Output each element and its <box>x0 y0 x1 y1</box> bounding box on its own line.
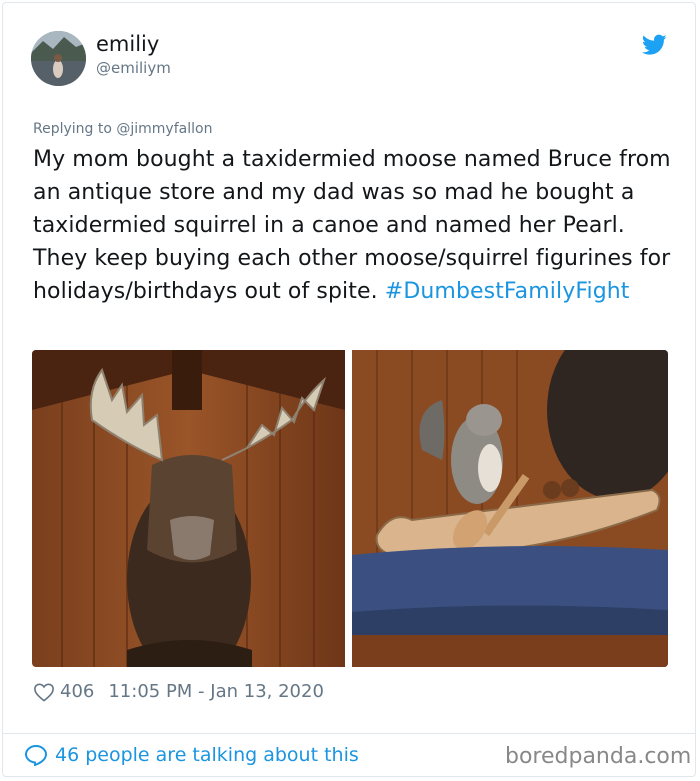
watermark: boredpanda.com <box>505 744 692 769</box>
divider <box>2 733 696 734</box>
tweet-text: My mom bought a taxidermied moose named … <box>33 143 683 308</box>
moose-photo[interactable] <box>32 350 345 667</box>
avatar[interactable] <box>31 31 86 86</box>
talking-link[interactable]: 46 people are talking about this <box>24 744 359 766</box>
timestamp[interactable]: 11:05 PM - Jan 13, 2020 <box>108 681 324 702</box>
display-name[interactable]: emiliy <box>96 32 159 56</box>
twitter-bird-icon[interactable] <box>642 34 667 56</box>
reply-to-label[interactable]: Replying to @jimmyfallon <box>33 121 212 137</box>
speech-bubble-icon <box>24 744 48 766</box>
talking-label[interactable]: 46 people are talking about this <box>55 744 359 766</box>
like-count[interactable]: 406 <box>60 681 94 702</box>
tweet-meta: 406 11:05 PM - Jan 13, 2020 <box>33 681 324 702</box>
squirrel-canoe-photo[interactable] <box>352 350 668 667</box>
heart-icon[interactable] <box>33 682 55 702</box>
hashtag-link[interactable]: #DumbestFamilyFight <box>385 279 630 304</box>
user-handle[interactable]: @emiliym <box>96 59 171 77</box>
